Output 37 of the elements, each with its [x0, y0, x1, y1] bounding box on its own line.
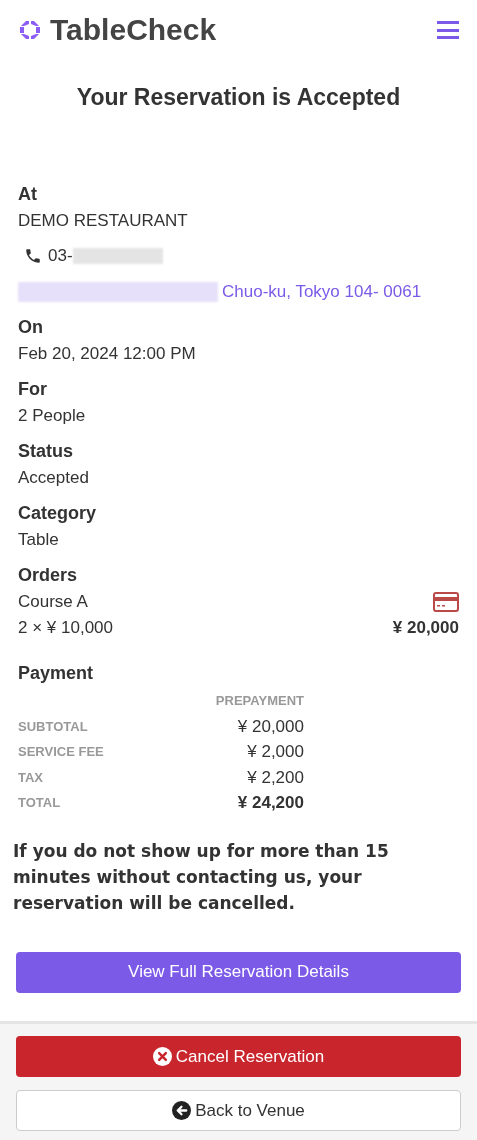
order-quantity-price: 2 × ¥ 10,000	[18, 617, 113, 640]
phone-number: 03-	[48, 244, 73, 267]
cancel-reservation-button[interactable]: Cancel Reservation	[16, 1036, 461, 1077]
field-value: Accepted	[18, 466, 90, 489]
payment-row-label: TOTAL	[18, 794, 61, 812]
payment-amount: ¥ 20,000	[237, 715, 304, 738]
order-total: ¥ 20,000	[392, 617, 459, 640]
field-label: At	[18, 182, 38, 206]
payment-amount: ¥ 24,200	[237, 792, 304, 814]
payment-row-label: SUBTOTAL	[18, 717, 88, 736]
back-to-venue-button[interactable]: Back to Venue	[16, 1090, 461, 1131]
field-label: Payment	[18, 661, 95, 685]
field-label: Orders	[18, 563, 79, 587]
payment-row-label: TAX	[18, 768, 44, 787]
no-show-notice: If you do not show up for more than 15 minutes without contacting us, your reservation will be cancelled.	[12, 839, 390, 915]
venue-name: DEMO RESTAURANT	[18, 209, 189, 232]
page-title: Your Reservation is Accepted	[75, 83, 402, 112]
field-value: Feb 20, 2024 12:00 PM	[18, 342, 197, 365]
field-value: 2 People	[18, 404, 87, 427]
payment-amount: ¥ 2,200	[247, 766, 304, 789]
logo-icon	[18, 18, 42, 42]
phone-icon	[24, 246, 42, 265]
payment-amount: ¥ 2,000	[247, 741, 304, 763]
field-label: For	[18, 377, 48, 401]
menu-button[interactable]	[437, 21, 459, 39]
credit-card-icon	[433, 591, 459, 612]
view-details-button[interactable]: View Full Reservation Details	[16, 951, 461, 993]
field-value: Table	[18, 528, 60, 551]
order-name: Course A	[18, 590, 88, 613]
field-label: Category	[18, 501, 98, 525]
field-label: Status	[18, 439, 74, 463]
brand-logo-text: TableCheck	[50, 15, 217, 45]
address-link[interactable]: Chuo-ku, Tokyo 104- 0061	[222, 278, 422, 305]
close-icon	[152, 1047, 172, 1066]
column-header: PREPAYMENT	[215, 691, 304, 710]
field-label: On	[18, 315, 44, 339]
payment-row-label: SERVICE FEE	[18, 743, 104, 761]
